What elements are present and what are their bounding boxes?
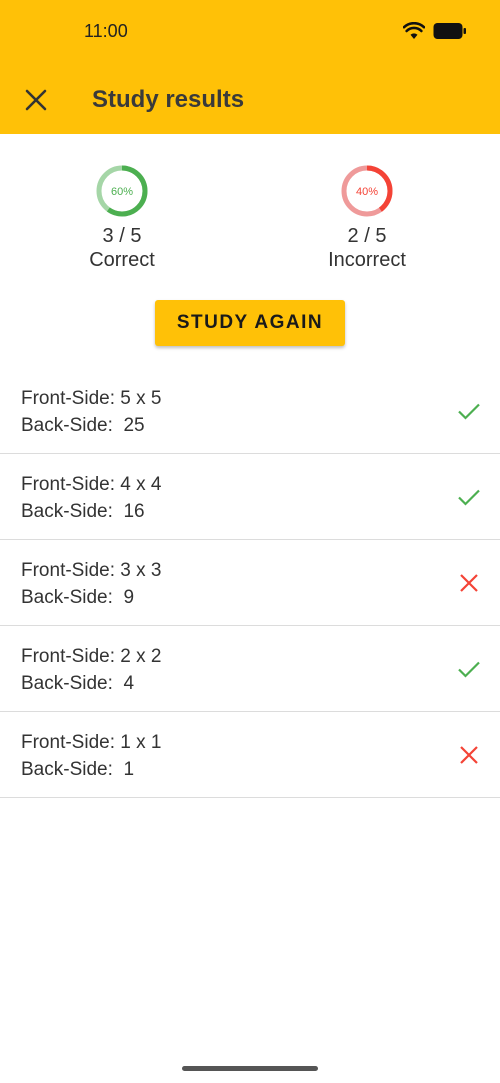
front-side-text: Front-Side: 4 x 4 <box>21 474 161 496</box>
incorrect-count: 2 / 5 <box>347 225 387 247</box>
front-side-value: 2 x 2 <box>120 646 162 667</box>
list-item: Front-Side: 3 x 3 Back-Side: 9 <box>0 540 500 626</box>
back-side-label: Back-Side: <box>21 415 113 436</box>
front-side-label: Front-Side: <box>21 732 115 753</box>
front-side-text: Front-Side: 3 x 3 <box>21 560 161 582</box>
front-side-value: 5 x 5 <box>120 388 162 409</box>
correct-label: Correct <box>89 249 155 271</box>
back-side-text: Back-Side: 16 <box>21 501 145 523</box>
study-again-button[interactable]: STUDY AGAIN <box>155 300 345 346</box>
incorrect-label: Incorrect <box>328 249 406 271</box>
page-title: Study results <box>92 86 245 113</box>
app-bar: 11:00 Study results <box>0 0 500 134</box>
incorrect-percent: 40% <box>356 186 378 198</box>
battery-icon <box>433 23 466 39</box>
cross-icon <box>460 574 478 592</box>
back-side-label: Back-Side: <box>21 587 113 608</box>
check-icon <box>458 661 480 678</box>
wifi-icon <box>403 22 425 39</box>
back-side-text: Back-Side: 1 <box>21 759 134 781</box>
list-item: Front-Side: 1 x 1 Back-Side: 1 <box>0 712 500 798</box>
correct-progress-ring: 60% <box>96 165 148 217</box>
back-side-text: Back-Side: 4 <box>21 673 134 695</box>
back-side-value: 1 <box>123 759 135 780</box>
status-icons <box>403 22 467 40</box>
front-side-label: Front-Side: <box>21 560 115 581</box>
back-side-label: Back-Side: <box>21 673 113 694</box>
back-side-value: 25 <box>123 415 145 436</box>
list-item: Front-Side: 4 x 4 Back-Side: 16 <box>0 454 500 540</box>
check-icon <box>458 489 480 506</box>
cross-icon <box>460 746 478 764</box>
list-item: Front-Side: 2 x 2 Back-Side: 4 <box>0 626 500 712</box>
back-side-value: 4 <box>123 673 135 694</box>
correct-count: 3 / 5 <box>102 225 142 247</box>
back-side-value: 9 <box>123 587 135 608</box>
back-side-label: Back-Side: <box>21 501 113 522</box>
list-item: Front-Side: 5 x 5 Back-Side: 25 <box>0 368 500 454</box>
front-side-text: Front-Side: 1 x 1 <box>21 732 161 754</box>
correct-stat: 60% 3 / 5 Correct <box>52 164 192 272</box>
home-indicator[interactable] <box>182 1066 318 1071</box>
front-side-label: Front-Side: <box>21 388 115 409</box>
front-side-value: 1 x 1 <box>120 732 162 753</box>
results-list: Front-Side: 5 x 5 Back-Side: 25 Front-Si… <box>0 368 500 798</box>
front-side-value: 4 x 4 <box>120 474 162 495</box>
front-side-text: Front-Side: 5 x 5 <box>21 388 161 410</box>
back-side-value: 16 <box>123 501 145 522</box>
correct-percent: 60% <box>111 186 133 198</box>
check-icon <box>458 403 480 420</box>
close-icon[interactable] <box>22 86 50 114</box>
front-side-value: 3 x 3 <box>120 560 162 581</box>
front-side-label: Front-Side: <box>21 646 115 667</box>
back-side-label: Back-Side: <box>21 759 113 780</box>
back-side-text: Back-Side: 9 <box>21 587 134 609</box>
back-side-text: Back-Side: 25 <box>21 415 145 437</box>
status-time: 11:00 <box>84 21 128 41</box>
incorrect-stat: 40% 2 / 5 Incorrect <box>297 164 437 272</box>
incorrect-progress-ring: 40% <box>341 165 393 217</box>
front-side-label: Front-Side: <box>21 474 115 495</box>
front-side-text: Front-Side: 2 x 2 <box>21 646 161 668</box>
